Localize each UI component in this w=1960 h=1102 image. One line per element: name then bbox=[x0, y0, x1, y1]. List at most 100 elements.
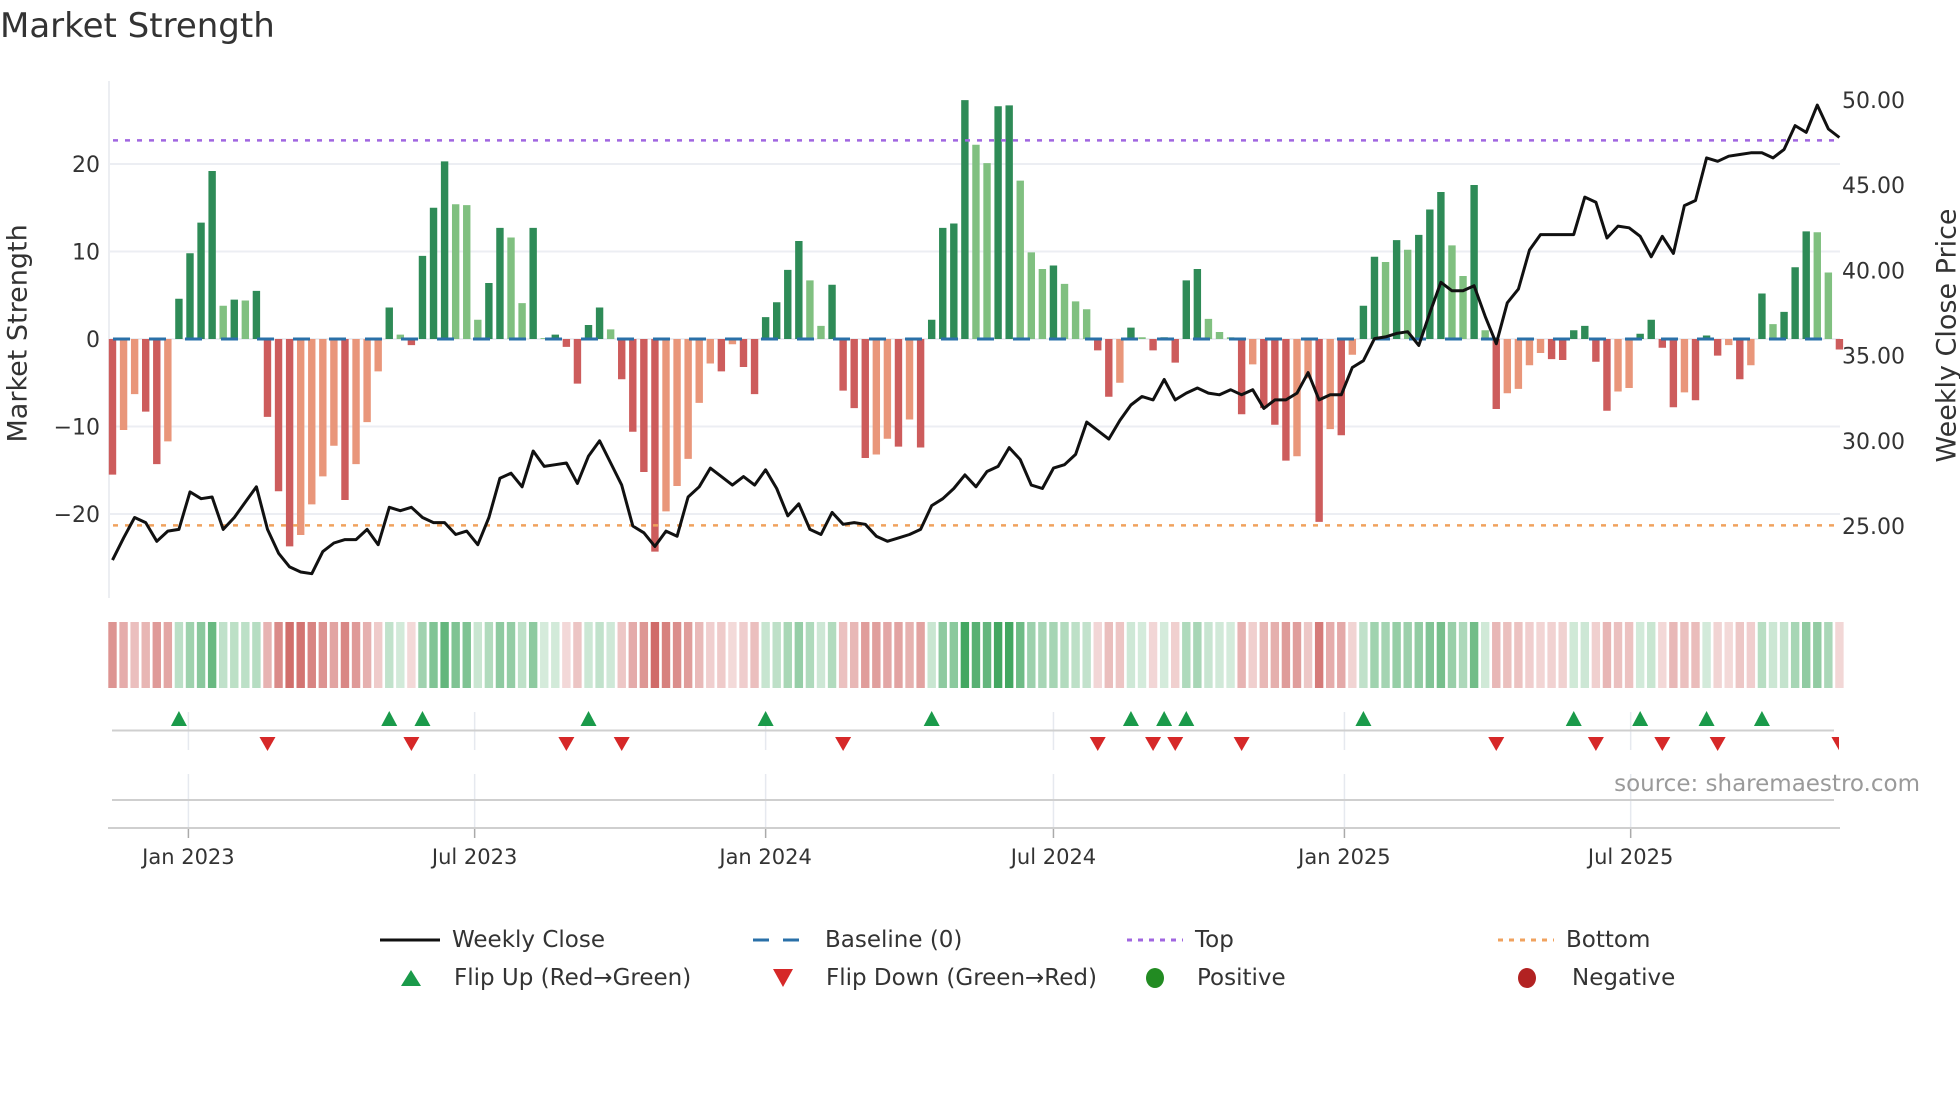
heat-cell-negative bbox=[1326, 622, 1335, 688]
bar-negative bbox=[1614, 339, 1622, 392]
heat-cell-negative bbox=[562, 622, 571, 688]
heat-cell-positive bbox=[219, 622, 228, 688]
bar-negative bbox=[1725, 339, 1733, 346]
bar-negative bbox=[629, 339, 637, 432]
bar-positive bbox=[1791, 267, 1799, 339]
bar-positive bbox=[1038, 269, 1047, 339]
y-tick-label: 0 bbox=[86, 328, 100, 353]
bar-positive bbox=[507, 237, 515, 339]
heat-cell-positive bbox=[1447, 622, 1457, 688]
heat-cell-negative bbox=[274, 622, 283, 688]
bar-positive bbox=[529, 227, 537, 339]
bar-positive bbox=[972, 144, 980, 339]
bar-negative bbox=[1558, 339, 1567, 360]
bar-negative bbox=[894, 339, 903, 447]
legend-label: Baseline (0) bbox=[825, 927, 963, 953]
heat-cell-positive bbox=[174, 622, 184, 688]
heat-cell-positive bbox=[993, 622, 1003, 688]
bar-negative bbox=[164, 339, 172, 442]
bar-positive bbox=[429, 207, 438, 339]
heat-cell-positive bbox=[949, 622, 959, 688]
heat-cell-negative bbox=[1093, 622, 1102, 688]
bar-negative bbox=[684, 339, 692, 459]
bar-negative bbox=[108, 339, 117, 475]
bar-negative bbox=[562, 339, 571, 347]
heat-cell-positive bbox=[1137, 622, 1147, 688]
heat-cell-negative bbox=[1292, 622, 1302, 688]
bar-positive bbox=[761, 317, 770, 339]
bar-positive bbox=[1780, 311, 1788, 339]
heat-cell-positive bbox=[1049, 622, 1058, 688]
bar-negative bbox=[839, 339, 847, 391]
heat-cell-negative bbox=[329, 622, 339, 688]
heat-cell-positive bbox=[196, 622, 206, 688]
heat-cell-negative bbox=[1591, 622, 1601, 688]
heat-cell-positive bbox=[1425, 622, 1435, 688]
legend-label: Flip Down (Green→Red) bbox=[826, 965, 1097, 991]
flip-up-marker bbox=[1156, 711, 1173, 726]
heat-cell-negative bbox=[650, 622, 660, 688]
heat-cell-negative bbox=[362, 622, 372, 688]
bar-negative bbox=[1149, 339, 1157, 351]
heat-cell-negative bbox=[717, 622, 726, 688]
heat-cell-negative bbox=[130, 622, 139, 688]
heat-cell-positive bbox=[1580, 622, 1590, 688]
heat-cell-positive bbox=[1824, 622, 1833, 688]
bar-positive bbox=[1403, 249, 1412, 339]
heat-cell-positive bbox=[473, 622, 483, 688]
heat-cell-positive bbox=[1813, 622, 1822, 688]
bar-positive bbox=[1437, 192, 1445, 339]
heat-cell-negative bbox=[1724, 622, 1733, 688]
heat-cell-negative bbox=[728, 622, 737, 688]
heat-cell-negative bbox=[894, 622, 903, 688]
heat-cell-negative bbox=[1237, 622, 1246, 688]
heat-cell-negative bbox=[1303, 622, 1313, 688]
bar-positive bbox=[451, 204, 460, 339]
heat-cell-negative bbox=[1514, 622, 1523, 688]
heat-cell-positive bbox=[982, 622, 992, 688]
legend-positive: Positive bbox=[1145, 963, 1286, 993]
legend-bottom: Bottom bbox=[1498, 925, 1650, 955]
y-tick-label: −10 bbox=[54, 416, 100, 441]
bar-negative bbox=[1547, 339, 1556, 360]
heat-cell-negative bbox=[285, 622, 294, 688]
flip-up-marker bbox=[1355, 711, 1372, 726]
bar-positive bbox=[1082, 309, 1091, 339]
legend-label: Weekly Close bbox=[452, 927, 605, 953]
heat-cell-positive bbox=[506, 622, 516, 688]
flip-down-marker bbox=[1587, 737, 1604, 751]
heat-cell-positive bbox=[1381, 622, 1390, 688]
bar-positive bbox=[1381, 262, 1390, 339]
x-tick-label: Jan 2023 bbox=[140, 845, 235, 869]
heat-cell-negative bbox=[1314, 622, 1324, 688]
heat-cell-negative bbox=[1337, 622, 1346, 688]
heat-cell-negative bbox=[849, 622, 859, 688]
flip-up-marker bbox=[1632, 711, 1649, 726]
bar-positive bbox=[1392, 240, 1401, 339]
bar-positive bbox=[1470, 185, 1478, 339]
heat-cell-negative bbox=[1281, 622, 1291, 688]
bar-negative bbox=[153, 339, 161, 465]
heat-cell-positive bbox=[1702, 622, 1711, 688]
heat-cell-positive bbox=[1060, 622, 1069, 688]
heat-cell-negative bbox=[739, 622, 748, 688]
bar-negative bbox=[296, 339, 305, 535]
flip-up-marker bbox=[381, 711, 398, 726]
heat-cell-positive bbox=[584, 622, 593, 688]
heat-cell-negative bbox=[1558, 622, 1567, 688]
heat-cell-positive bbox=[517, 622, 527, 688]
heat-cell-positive bbox=[1193, 622, 1202, 688]
bar-negative bbox=[1691, 339, 1700, 401]
flip-up-marker bbox=[1753, 711, 1770, 726]
heat-cell-positive bbox=[1392, 622, 1401, 688]
legend-label: Bottom bbox=[1566, 927, 1651, 953]
bar-negative bbox=[1835, 339, 1844, 350]
bar-positive bbox=[252, 290, 261, 339]
heat-cell-negative bbox=[1104, 622, 1113, 688]
dotted-line-swatch-icon bbox=[1127, 938, 1183, 942]
heat-cell-negative bbox=[1148, 622, 1158, 688]
y2-tick-label: 25.00 bbox=[1842, 515, 1905, 540]
bar-positive bbox=[939, 227, 947, 339]
y2-tick-label: 30.00 bbox=[1842, 430, 1905, 455]
bar-negative bbox=[274, 339, 283, 492]
